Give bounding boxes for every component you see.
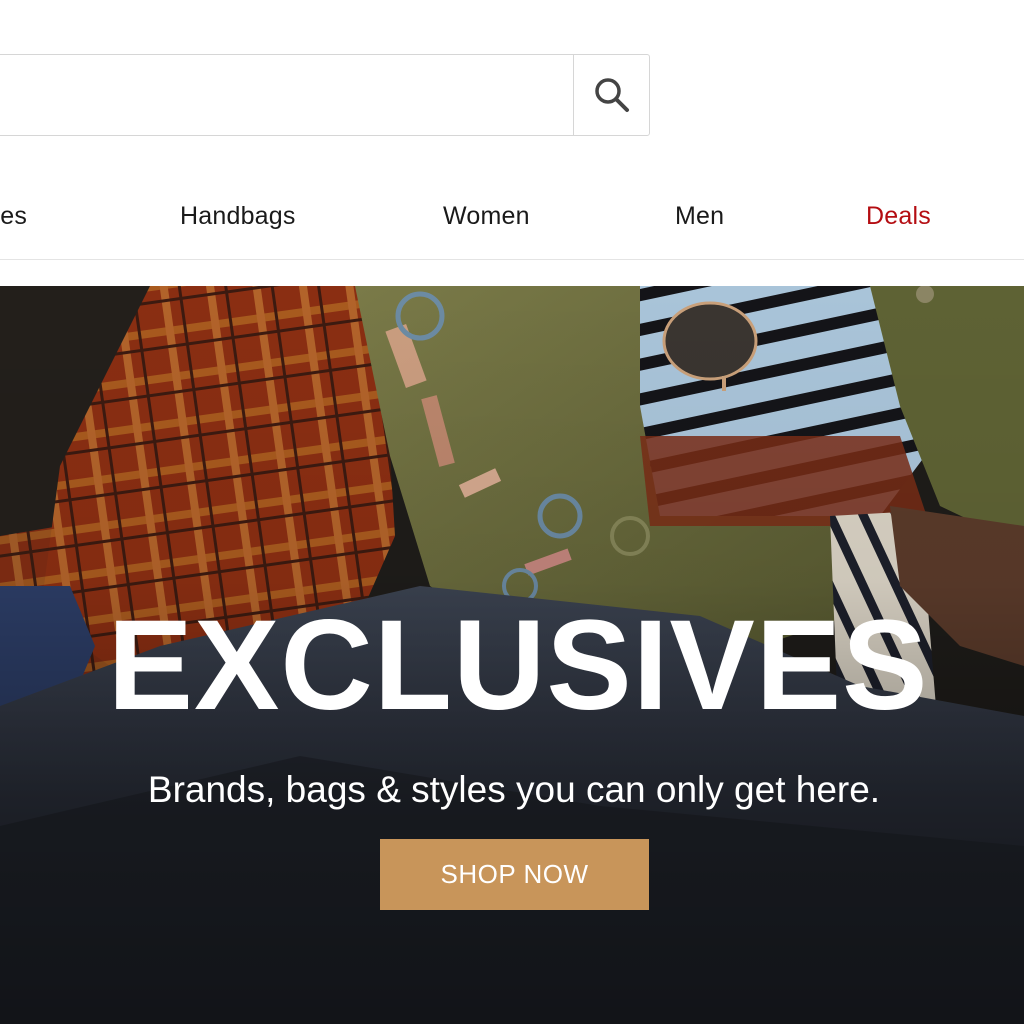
search-bar [0, 54, 650, 137]
shop-now-button[interactable]: SHOP NOW [380, 839, 649, 910]
nav-item-men[interactable]: Men [675, 202, 724, 231]
hero-headline: EXCLUSIVES [107, 594, 929, 737]
search-input[interactable] [13, 55, 557, 137]
nav-item-deals[interactable]: Deals [866, 202, 931, 231]
category-nav: ries Handbags Women Men Deals [0, 180, 1024, 260]
nav-item-women[interactable]: Women [443, 202, 530, 231]
nav-item-handbags[interactable]: Handbags [180, 202, 296, 231]
search-button[interactable] [573, 55, 649, 135]
search-icon [594, 78, 629, 112]
nav-item-accessories[interactable]: ries [0, 202, 27, 231]
hero-banner[interactable]: EXCLUSIVES Brands, bags & styles you can… [0, 286, 1024, 1024]
hero-subline: Brands, bags & styles you can only get h… [147, 769, 881, 810]
page: ries Handbags Women Men Deals [0, 0, 1024, 1024]
